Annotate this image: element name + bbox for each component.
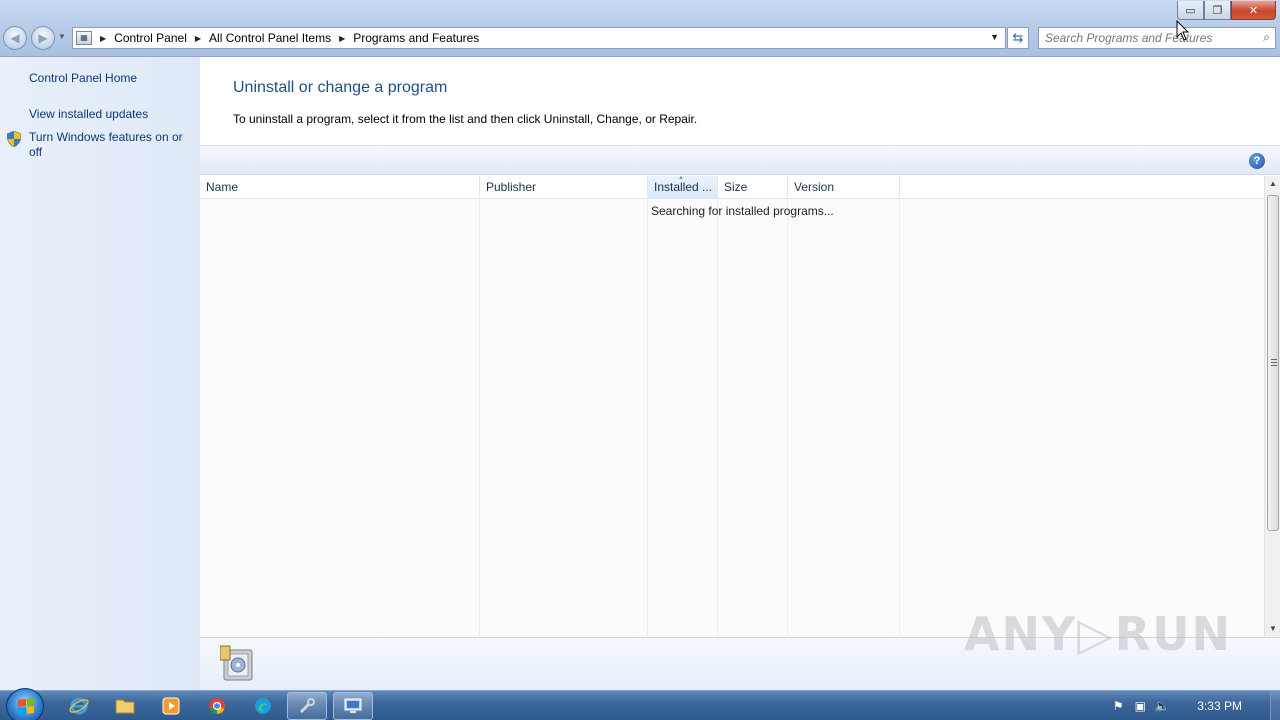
- control-panel-icon: ▦: [76, 31, 92, 45]
- recent-pages-dropdown[interactable]: ▼: [58, 32, 66, 41]
- volume-icon[interactable]: 🔈: [1151, 691, 1173, 720]
- back-arrow-icon: ◀: [10, 31, 20, 45]
- back-button[interactable]: ◀: [3, 26, 27, 50]
- instructions-text: To uninstall a program, select it from t…: [233, 112, 698, 126]
- chrome-icon[interactable]: [197, 692, 237, 720]
- chevron-right-icon[interactable]: ▶: [100, 34, 106, 43]
- column-header-installed-label: Installed ...: [654, 180, 713, 194]
- chevron-right-icon[interactable]: ▶: [195, 34, 201, 43]
- sort-indicator-icon: ▲: [678, 175, 684, 181]
- scrollbar-thumb[interactable]: [1267, 195, 1279, 531]
- breadcrumb: ▶ Control Panel ▶ All Control Panel Item…: [92, 31, 479, 45]
- maximize-button[interactable]: ❐: [1204, 1, 1231, 20]
- left-navigation-pane: Control Panel Home View installed update…: [0, 57, 200, 690]
- vertical-scrollbar[interactable]: ▲ ▼: [1264, 176, 1280, 637]
- scroll-down-icon[interactable]: ▼: [1265, 621, 1280, 637]
- windows-features-link[interactable]: Turn Windows features on or off: [29, 130, 194, 160]
- column-divider: [717, 199, 718, 637]
- breadcrumb-all-items[interactable]: All Control Panel Items: [209, 31, 331, 45]
- uac-shield-icon: [7, 131, 21, 147]
- show-desktop-button[interactable]: [1270, 691, 1280, 720]
- programs-features-window-icon[interactable]: [333, 692, 373, 720]
- file-explorer-icon[interactable]: [105, 692, 145, 720]
- scroll-up-icon[interactable]: ▲: [1265, 176, 1280, 192]
- column-header-version[interactable]: Version: [788, 176, 900, 199]
- clock[interactable]: 3:33 PM: [1197, 699, 1242, 713]
- media-player-icon[interactable]: [151, 692, 191, 720]
- refresh-button[interactable]: ⇆: [1007, 27, 1029, 49]
- main-content: Uninstall or change a program To uninsta…: [200, 57, 1280, 690]
- breadcrumb-programs-features[interactable]: Programs and Features: [353, 31, 479, 45]
- network-icon[interactable]: ▣: [1129, 691, 1151, 720]
- breadcrumb-control-panel[interactable]: Control Panel: [114, 31, 187, 45]
- internet-explorer-icon[interactable]: [59, 692, 99, 720]
- caption-buttons: ▭ ❐ ✕: [1177, 1, 1276, 20]
- column-divider: [787, 199, 788, 637]
- address-bar[interactable]: ▦ ▶ Control Panel ▶ All Control Panel It…: [72, 27, 1006, 49]
- control-panel-home-link[interactable]: Control Panel Home: [29, 71, 137, 86]
- column-divider: [479, 199, 480, 637]
- chevron-right-icon[interactable]: ▶: [339, 34, 345, 43]
- column-header-publisher[interactable]: Publisher: [480, 176, 648, 199]
- forward-arrow-icon: ▶: [38, 31, 48, 45]
- action-center-flag-icon[interactable]: ⚑: [1107, 691, 1129, 720]
- command-bar: ?: [200, 145, 1280, 175]
- scroll-grip-icon: [1271, 359, 1277, 366]
- search-icon[interactable]: ⌕: [1263, 30, 1270, 45]
- list-status-text: Searching for installed programs...: [651, 204, 834, 218]
- search-input[interactable]: [1045, 31, 1255, 45]
- system-tray: ⚑ ▣ 🔈 3:33 PM: [1107, 691, 1280, 720]
- taskbar: ⚑ ▣ 🔈 3:33 PM: [0, 688, 1280, 720]
- minimize-button[interactable]: ▭: [1177, 1, 1204, 20]
- edge-icon[interactable]: [243, 692, 283, 720]
- watermark-logo: ANY▷RUN: [963, 607, 1232, 661]
- refresh-icon: ⇆: [1012, 30, 1024, 45]
- mouse-cursor-icon: [1176, 20, 1190, 41]
- programs-features-icon: [220, 645, 253, 681]
- start-button[interactable]: [6, 688, 44, 720]
- window-header: ▭ ❐ ✕ ◀ ▶ ▼ ▦ ▶ Control Panel ▶ All Cont…: [0, 0, 1280, 57]
- windows-logo-icon: [18, 698, 34, 715]
- close-button[interactable]: ✕: [1231, 1, 1276, 20]
- view-installed-updates-link[interactable]: View installed updates: [29, 107, 148, 122]
- help-icon[interactable]: ?: [1249, 153, 1265, 169]
- programs-list[interactable]: Name Publisher ▲ Installed ... Size Vers…: [200, 175, 1264, 637]
- column-header-size[interactable]: Size: [718, 176, 788, 199]
- column-header-filler: [900, 176, 1264, 199]
- address-dropdown-icon[interactable]: ▼: [990, 32, 999, 42]
- forward-button[interactable]: ▶: [31, 26, 55, 50]
- control-panel-tools-icon[interactable]: [287, 692, 327, 720]
- page-title: Uninstall or change a program: [233, 79, 448, 96]
- column-header-name[interactable]: Name: [200, 176, 480, 199]
- column-header-installed-on[interactable]: ▲ Installed ...: [648, 175, 718, 199]
- search-box: ⌕: [1038, 27, 1276, 49]
- column-divider: [899, 199, 900, 637]
- column-divider: [647, 199, 648, 637]
